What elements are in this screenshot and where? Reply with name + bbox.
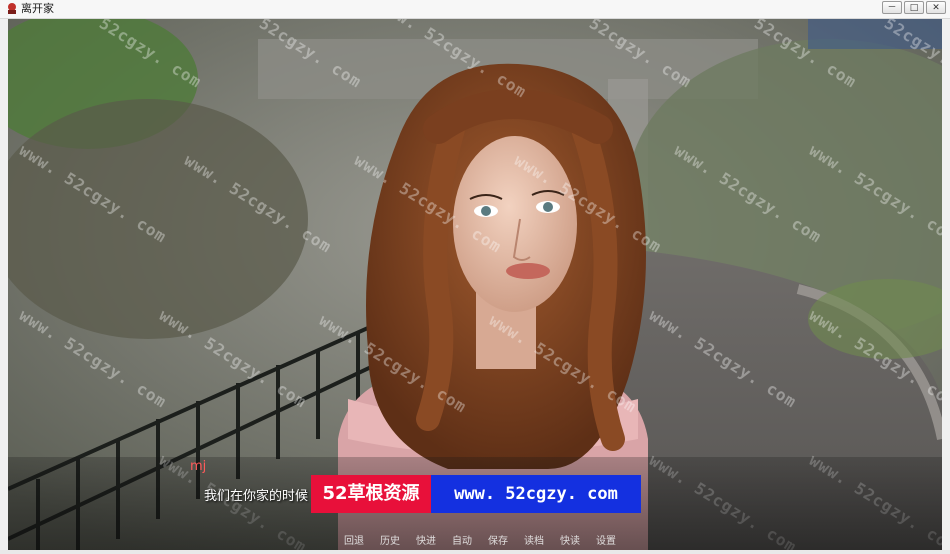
menu-quickload[interactable]: 快读 bbox=[552, 532, 588, 547]
app-icon bbox=[8, 3, 16, 14]
window-titlebar: 离开家 － □ ✕ bbox=[0, 0, 950, 19]
menu-auto[interactable]: 自动 bbox=[444, 532, 480, 547]
speaker-name: mj bbox=[190, 459, 207, 474]
menu-skip[interactable]: 快进 bbox=[408, 532, 444, 547]
game-scene[interactable]: www. 52cgzy. com www. 52cgzy. com www. 5… bbox=[8, 19, 942, 550]
menu-load[interactable]: 读档 bbox=[516, 532, 552, 547]
menu-save[interactable]: 保存 bbox=[480, 532, 516, 547]
close-button[interactable]: ✕ bbox=[926, 1, 946, 14]
quick-menu: 回退 历史 快进 自动 保存 读档 快读 设置 bbox=[336, 532, 624, 547]
window-bottom-border bbox=[0, 550, 950, 554]
maximize-button[interactable]: □ bbox=[904, 1, 924, 14]
minimize-button[interactable]: － bbox=[882, 1, 902, 14]
site-banner-label: 52草根资源 bbox=[311, 475, 431, 513]
menu-history[interactable]: 历史 bbox=[372, 532, 408, 547]
dialog-text: 我们在你家的时候 bbox=[204, 489, 309, 504]
site-banner-url: www. 52cgzy. com bbox=[431, 475, 641, 513]
window-title: 离开家 bbox=[21, 2, 54, 15]
menu-settings[interactable]: 设置 bbox=[588, 532, 624, 547]
menu-back[interactable]: 回退 bbox=[336, 532, 372, 547]
